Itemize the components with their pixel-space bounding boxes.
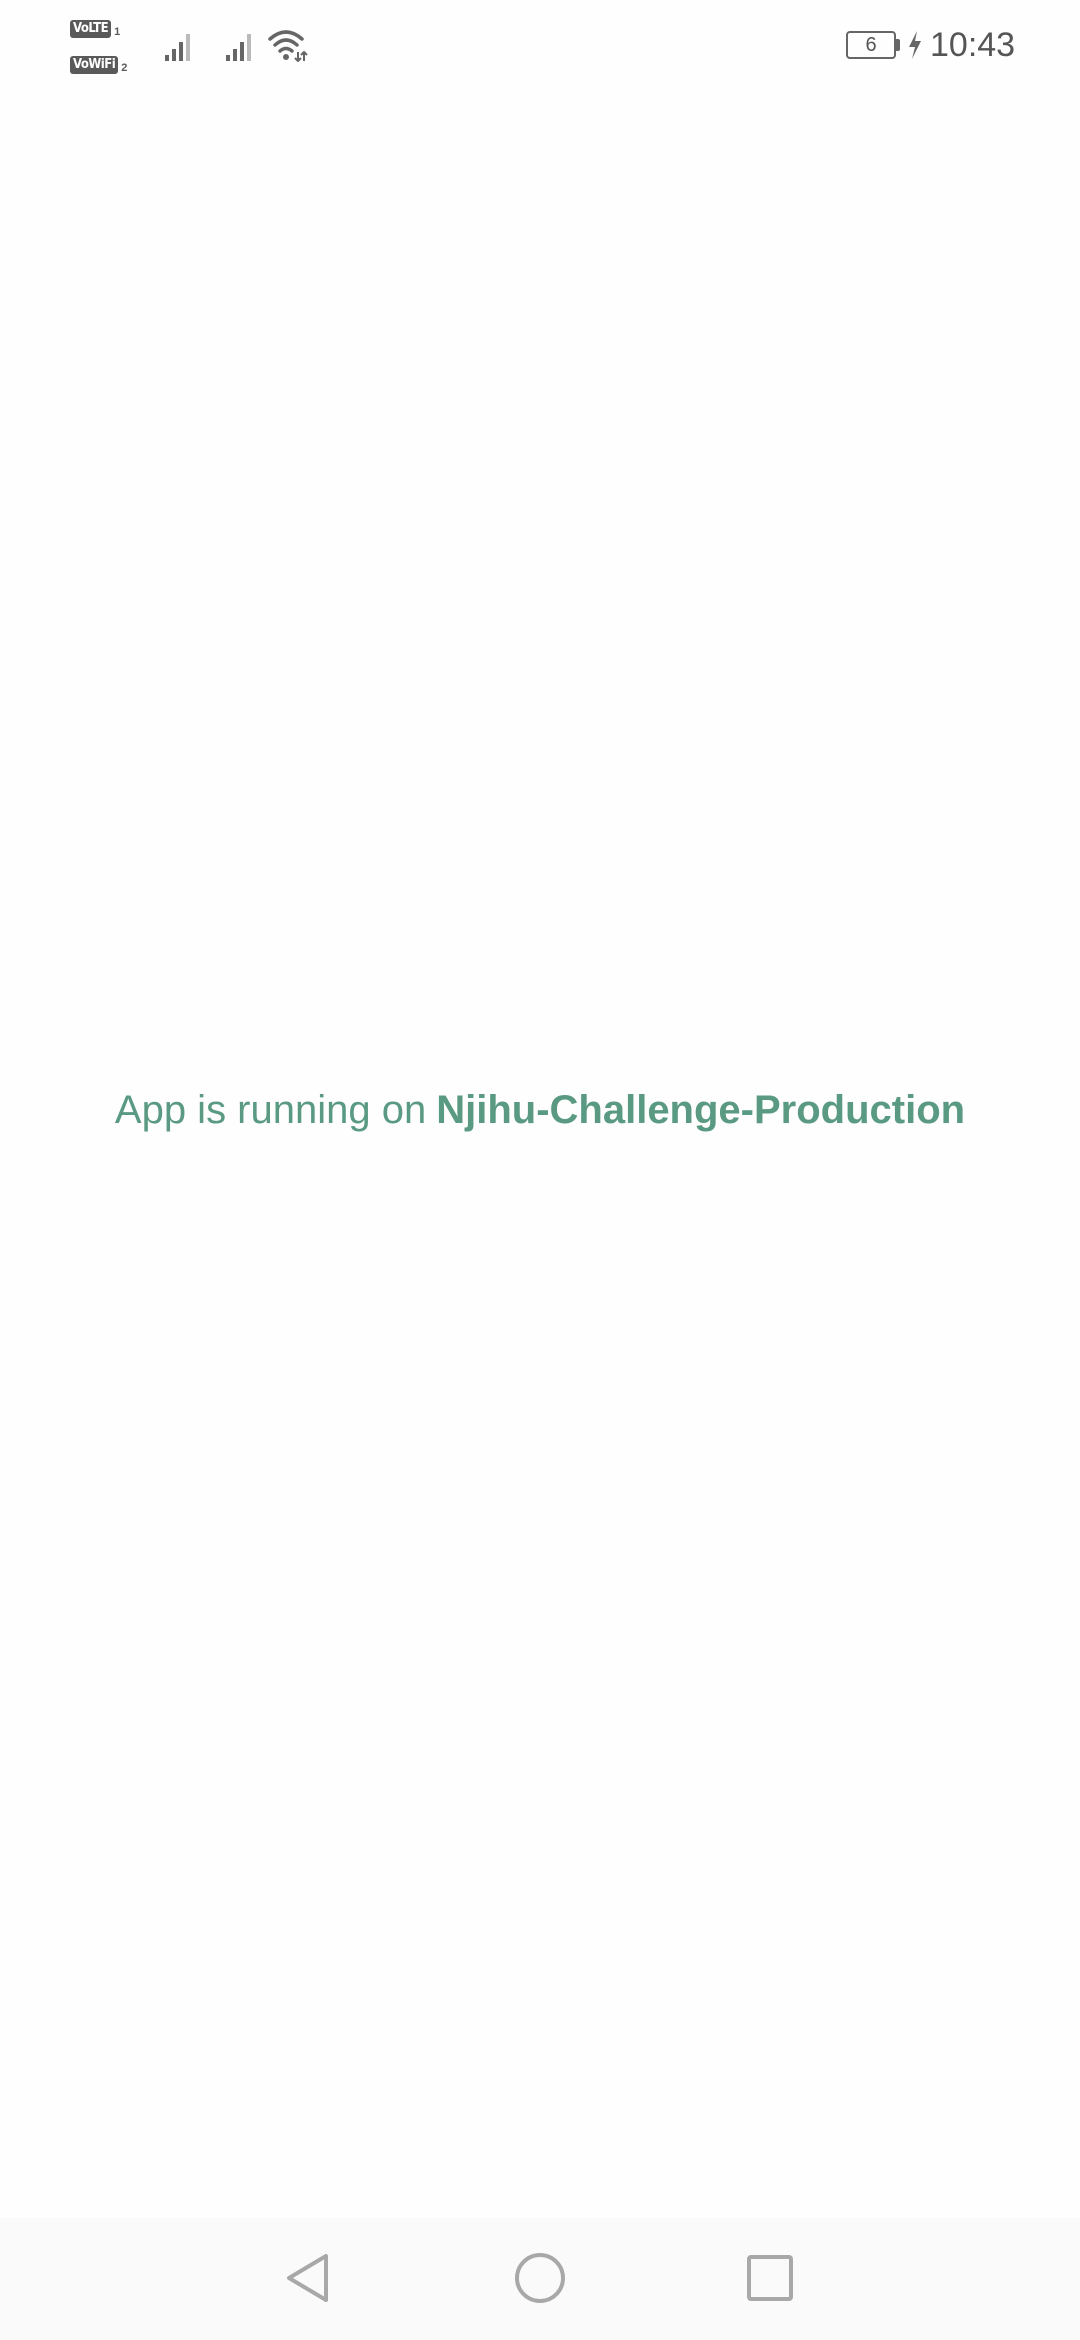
home-icon <box>515 2253 565 2303</box>
battery-tip <box>896 39 900 51</box>
environment-name: Njihu-Challenge-Production <box>436 1087 966 1132</box>
recents-button[interactable] <box>730 2238 810 2318</box>
charging-bolt-icon <box>909 31 921 59</box>
vowifi-badge-slot: 2 <box>121 62 128 74</box>
app-running-message: App is running on Njihu-Challenge-Produc… <box>0 1082 1080 1138</box>
wifi-icon <box>268 30 308 62</box>
volte-badge-slot: 1 <box>114 26 121 38</box>
navigation-bar <box>0 2218 1080 2340</box>
volte-badge-label: VoLTE <box>70 20 112 38</box>
signal-icon <box>226 34 251 61</box>
back-button[interactable] <box>268 2238 348 2318</box>
back-icon <box>287 2254 328 2302</box>
vowifi-badge: VoWiFi 2 <box>70 54 127 74</box>
battery-level: 6 <box>846 31 896 59</box>
volte-badge: VoLTE 1 <box>70 18 120 38</box>
status-bar-time: 10:43 <box>930 26 1016 64</box>
app-screen: VoLTE 1 VoWiFi 2 6 10:43 App is running … <box>0 0 1080 2340</box>
message-prefix: App is running on <box>114 1087 427 1132</box>
status-bar: VoLTE 1 VoWiFi 2 6 10:43 <box>0 0 1080 92</box>
vowifi-badge-label: VoWiFi <box>70 56 119 74</box>
recents-icon <box>747 2255 793 2301</box>
signal-icon <box>165 34 190 61</box>
battery-icon: 6 <box>846 31 900 59</box>
network-badges: VoLTE 1 VoWiFi 2 <box>70 18 140 76</box>
home-button[interactable] <box>500 2238 580 2318</box>
